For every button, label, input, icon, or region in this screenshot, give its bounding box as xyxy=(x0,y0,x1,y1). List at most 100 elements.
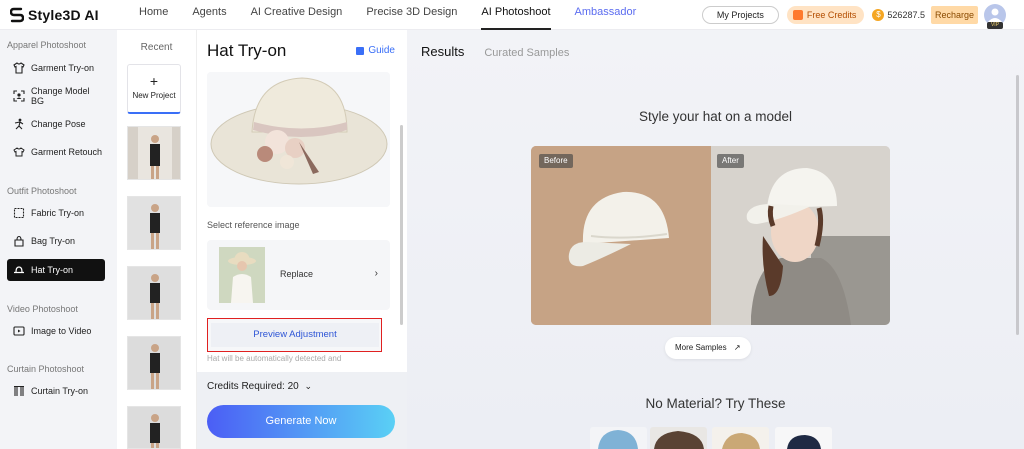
sidebar-item-change-model-bg[interactable]: Change Model BG xyxy=(7,85,105,107)
panel-scrollbar[interactable] xyxy=(400,125,403,325)
nav-ai-creative-design[interactable]: AI Creative Design xyxy=(239,0,355,30)
sidebar-item-label: Bag Try-on xyxy=(31,236,76,246)
more-samples-button[interactable]: More Samples ↗ xyxy=(665,337,751,359)
tab-results[interactable]: Results xyxy=(421,44,464,59)
recent-thumbnail[interactable] xyxy=(127,406,181,449)
plus-icon: + xyxy=(149,73,159,89)
recent-thumbnail[interactable] xyxy=(127,336,181,390)
free-credits-label: Free Credits xyxy=(806,10,857,20)
chevron-right-icon: › xyxy=(374,268,378,279)
section-outfit-photoshoot: Outfit Photoshoot xyxy=(7,186,77,196)
sidebar-item-label: Image to Video xyxy=(31,326,92,336)
results-area: Results Curated Samples Style your hat o… xyxy=(407,30,1024,449)
main-scrollbar[interactable] xyxy=(1016,75,1019,335)
video-icon xyxy=(13,325,25,337)
sidebar-item-hat-try-on[interactable]: Hat Try-on xyxy=(7,259,105,281)
preview-adjustment-highlight: Preview Adjustment xyxy=(207,318,382,352)
new-project-label: New Project xyxy=(132,91,176,100)
fabric-icon xyxy=(13,207,25,219)
preview-adjustment-button[interactable]: Preview Adjustment xyxy=(211,323,379,347)
user-avatar[interactable]: VIP xyxy=(984,4,1006,29)
sidebar-item-garment-retouch[interactable]: Garment Retouch xyxy=(7,141,105,163)
before-image: Before xyxy=(531,146,711,325)
sample-hat-thumbnail[interactable] xyxy=(775,427,832,449)
sidebar-item-label: Hat Try-on xyxy=(31,265,74,275)
coin-icon: $ xyxy=(872,9,885,21)
credits-required-label: Credits Required: 20 xyxy=(207,381,299,392)
more-samples-label: More Samples xyxy=(675,343,727,352)
recent-panel: Recent + New Project xyxy=(117,30,197,449)
results-tabs: Results Curated Samples xyxy=(421,44,569,59)
generate-now-button[interactable]: Generate Now xyxy=(207,405,395,438)
tab-curated-samples[interactable]: Curated Samples xyxy=(484,47,569,59)
nav-ambassador[interactable]: Ambassador xyxy=(563,0,649,30)
section-curtain-photoshoot: Curtain Photoshoot xyxy=(7,364,85,374)
sidebar-item-label: Curtain Try-on xyxy=(31,386,89,396)
hat-try-on-panel: Hat Try-on Guide Select reference image … xyxy=(197,30,407,449)
after-badge: After xyxy=(717,154,744,168)
style3d-logo-icon xyxy=(10,7,24,22)
my-projects-button[interactable]: My Projects xyxy=(701,6,779,24)
sidebar-item-label: Garment Retouch xyxy=(31,147,103,157)
nav-ai-photoshoot[interactable]: AI Photoshoot xyxy=(469,0,562,30)
guide-label: Guide xyxy=(368,45,395,56)
bag-icon xyxy=(13,235,25,247)
nav-precise-3d-design[interactable]: Precise 3D Design xyxy=(354,0,469,30)
arrow-up-right-icon: ↗ xyxy=(733,343,741,352)
top-bar: Style3D AI Home Agents AI Creative Desig… xyxy=(0,0,1024,30)
recharge-button[interactable]: Recharge xyxy=(930,6,978,24)
app-name: Style3D AI xyxy=(28,6,99,23)
sidebar-item-label: Change Pose xyxy=(31,119,86,129)
replace-label: Replace xyxy=(280,269,314,279)
chevron-down-icon: ⌄ xyxy=(304,381,313,391)
no-material-heading: No Material? Try These xyxy=(645,396,786,411)
sidebar-item-image-to-video[interactable]: Image to Video xyxy=(7,320,105,342)
nav-home[interactable]: Home xyxy=(127,0,180,30)
panel-title: Hat Try-on xyxy=(207,41,287,60)
nav-agents[interactable]: Agents xyxy=(180,0,238,30)
recent-title: Recent xyxy=(140,42,173,53)
generate-footer: Credits Required: 20 ⌄ Generate Now xyxy=(197,372,407,449)
sidebar: Apparel Photoshoot Garment Try-on Change… xyxy=(0,30,117,449)
before-after-comparison: Before After xyxy=(531,146,890,325)
reference-image-thumbnail xyxy=(219,247,265,303)
reference-image-selector[interactable]: Replace › xyxy=(207,240,390,310)
shirt-icon xyxy=(13,62,25,74)
frame-person-icon xyxy=(13,90,25,102)
credits-required-dropdown[interactable]: Credits Required: 20 ⌄ xyxy=(207,381,312,392)
guide-link[interactable]: Guide xyxy=(356,45,395,56)
sidebar-item-fabric-try-on[interactable]: Fabric Try-on xyxy=(7,202,105,224)
headline: Style your hat on a model xyxy=(638,109,793,124)
recent-thumbnail[interactable] xyxy=(127,196,181,250)
sample-hat-thumbnail[interactable] xyxy=(712,427,769,449)
curtain-icon xyxy=(13,385,25,397)
uploaded-hat-image[interactable] xyxy=(207,72,390,207)
sidebar-item-curtain-try-on[interactable]: Curtain Try-on xyxy=(7,380,105,402)
book-icon xyxy=(356,46,365,55)
recent-thumbnail[interactable] xyxy=(127,266,181,320)
auto-detect-hint: Hat will be automatically detected and xyxy=(207,354,342,363)
sample-hat-thumbnail[interactable] xyxy=(650,427,707,449)
free-credits-button[interactable]: Free Credits xyxy=(786,6,865,24)
sidebar-item-label: Change Model BG xyxy=(31,86,90,106)
retouch-icon xyxy=(13,146,25,158)
app-logo[interactable]: Style3D AI xyxy=(10,7,110,23)
before-badge: Before xyxy=(539,154,573,168)
section-apparel-photoshoot: Apparel Photoshoot xyxy=(7,40,87,50)
after-image: After xyxy=(711,146,890,325)
sidebar-item-label: Garment Try-on xyxy=(31,63,95,73)
sidebar-item-garment-try-on[interactable]: Garment Try-on xyxy=(7,57,105,79)
main-nav: Home Agents AI Creative Design Precise 3… xyxy=(127,0,648,30)
sidebar-item-change-pose[interactable]: Change Pose xyxy=(7,113,105,135)
new-project-button[interactable]: + New Project xyxy=(127,64,181,114)
hat-icon xyxy=(13,264,25,276)
section-video-photoshoot: Video Photoshoot xyxy=(7,304,78,314)
vip-badge: VIP xyxy=(987,22,1003,29)
sidebar-item-bag-try-on[interactable]: Bag Try-on xyxy=(7,230,105,252)
gift-icon xyxy=(792,10,803,20)
sample-hat-thumbnail[interactable] xyxy=(590,427,647,449)
pose-icon xyxy=(13,118,25,130)
recent-thumbnail[interactable] xyxy=(127,126,181,180)
credit-balance: 526287.5 xyxy=(887,10,925,20)
sidebar-item-label: Fabric Try-on xyxy=(31,208,85,218)
